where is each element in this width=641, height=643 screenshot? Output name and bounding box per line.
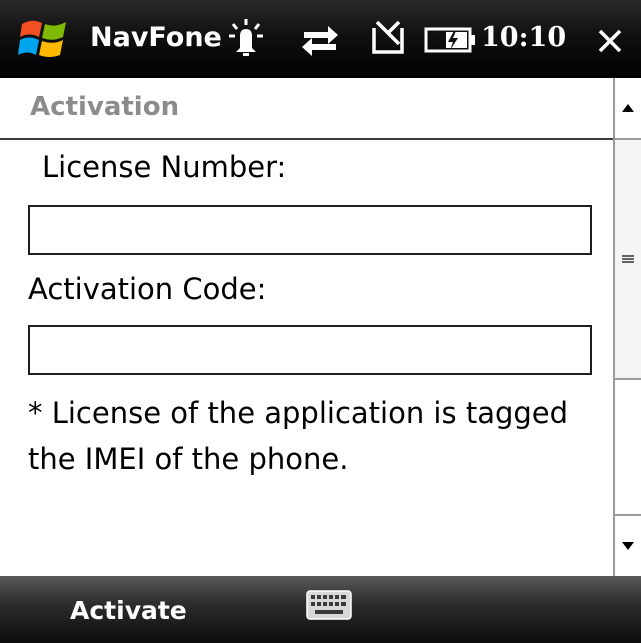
arrow-up-icon: [622, 104, 634, 112]
data-sync-icon[interactable]: [300, 18, 340, 58]
notification-icon[interactable]: [228, 18, 264, 58]
scroll-thumb[interactable]: [615, 138, 641, 380]
keyboard-icon[interactable]: [306, 590, 352, 620]
clock[interactable]: 10:10: [481, 22, 566, 53]
license-number-label: License Number:: [42, 150, 287, 184]
activation-code-label: Activation Code:: [28, 272, 267, 306]
softkey-bar: Activate: [0, 576, 641, 643]
windows-start-icon[interactable]: [18, 14, 70, 64]
license-number-input[interactable]: [28, 205, 592, 255]
page-title: Activation: [30, 92, 180, 122]
arrow-down-icon: [622, 542, 634, 550]
scroll-down-button[interactable]: [615, 516, 641, 576]
close-button[interactable]: [591, 22, 629, 60]
app-title[interactable]: NavFone: [90, 22, 222, 53]
license-note: * License of the application is tagged t…: [28, 396, 569, 476]
page-header: Activation: [0, 78, 613, 140]
grip-icon: [622, 255, 634, 263]
close-icon: [598, 29, 622, 53]
battery-icon[interactable]: [424, 26, 476, 54]
title-bar: NavFone 10:10: [0, 0, 641, 78]
scroll-up-button[interactable]: [615, 78, 641, 138]
signal-off-icon[interactable]: [368, 18, 408, 58]
activate-softkey[interactable]: Activate: [70, 596, 187, 625]
vertical-scrollbar[interactable]: [613, 78, 641, 576]
activation-code-input[interactable]: [28, 325, 592, 375]
